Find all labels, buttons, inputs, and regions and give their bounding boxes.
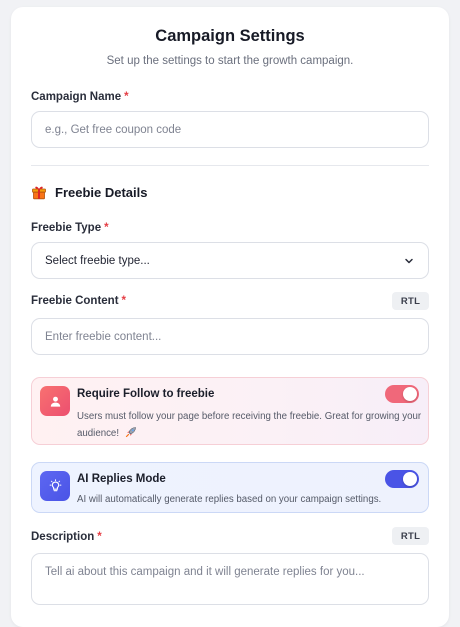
page-title: Campaign Settings xyxy=(155,27,305,45)
freebie-content-rtl-button[interactable]: RTL xyxy=(392,292,429,310)
chevron-down-icon xyxy=(405,258,413,263)
require-follow-card: Require Follow to freebie Users must fol… xyxy=(31,377,429,445)
description-textarea[interactable] xyxy=(31,553,429,605)
campaign-name-input[interactable] xyxy=(31,111,429,148)
freebie-type-label-text: Freebie Type xyxy=(31,222,102,234)
freebie-content-label: Freebie Content * xyxy=(31,295,126,307)
rocket-icon xyxy=(125,427,136,438)
ai-replies-title: AI Replies Mode xyxy=(77,473,166,485)
description-label: Description * xyxy=(31,531,102,543)
freebie-type-selected-value: Select freebie type... xyxy=(45,254,150,267)
ai-replies-card: AI Replies Mode AI will automatically ge… xyxy=(31,462,429,513)
freebie-type-select[interactable]: Select freebie type... xyxy=(31,242,429,279)
ai-replies-description: AI will automatically generate replies b… xyxy=(77,494,382,505)
required-mark: * xyxy=(97,531,102,543)
description-rtl-button[interactable]: RTL xyxy=(392,527,429,545)
section-divider xyxy=(31,165,429,166)
require-follow-title: Require Follow to freebie xyxy=(77,388,215,400)
require-follow-toggle[interactable] xyxy=(385,385,419,403)
campaign-name-label: Campaign Name * xyxy=(31,91,129,103)
ai-replies-toggle[interactable] xyxy=(385,470,419,488)
campaign-name-label-text: Campaign Name xyxy=(31,91,122,103)
lightbulb-icon xyxy=(49,478,61,491)
required-mark: * xyxy=(104,222,109,234)
require-follow-icon-badge xyxy=(40,386,70,416)
freebie-content-label-text: Freebie Content xyxy=(31,295,119,307)
description-label-text: Description xyxy=(31,531,95,543)
required-mark: * xyxy=(124,91,129,103)
page-subtitle: Set up the settings to start the growth … xyxy=(106,55,354,67)
toggle-knob xyxy=(403,387,417,401)
freebie-details-heading: Freebie Details xyxy=(31,184,148,200)
freebie-details-heading-text: Freebie Details xyxy=(55,184,148,200)
toggle-knob xyxy=(403,472,417,486)
freebie-type-label: Freebie Type * xyxy=(31,222,109,234)
require-follow-description: Users must follow your page before recei… xyxy=(77,408,422,442)
ai-replies-icon-badge xyxy=(40,471,70,501)
freebie-content-input[interactable] xyxy=(31,318,429,355)
required-mark: * xyxy=(121,295,127,307)
gift-icon xyxy=(32,186,46,200)
campaign-settings-card: Campaign Settings Set up the settings to… xyxy=(11,7,449,627)
user-icon xyxy=(50,396,60,407)
